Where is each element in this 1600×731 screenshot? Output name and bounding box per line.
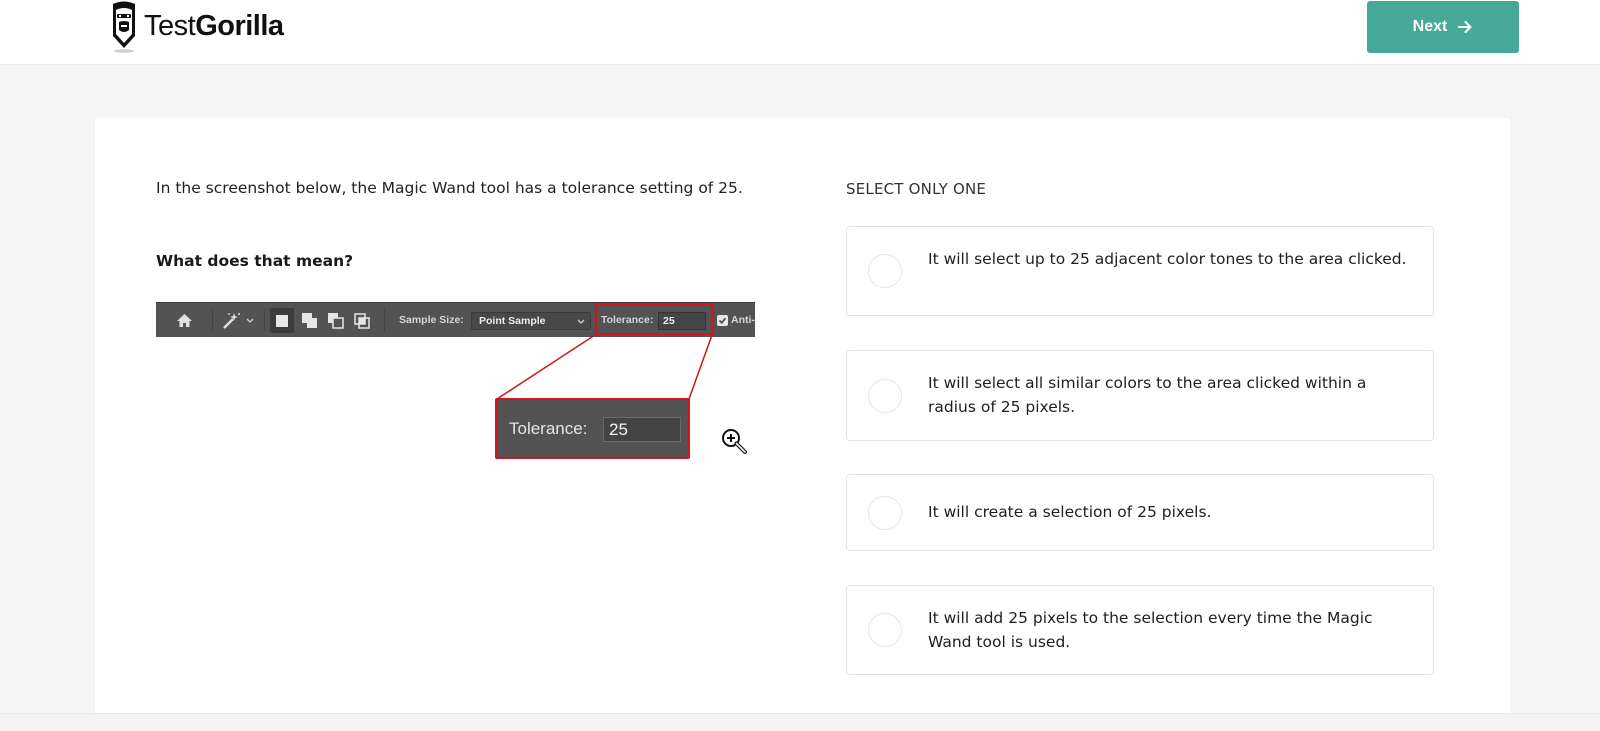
chevron-down-icon xyxy=(577,319,585,324)
zoom-in-icon[interactable] xyxy=(720,427,748,455)
magic-wand-icon xyxy=(220,303,242,337)
home-icon xyxy=(172,303,196,337)
toolbar-separator xyxy=(212,309,213,332)
question-prompt: What does that mean? xyxy=(156,252,354,270)
answer-option-4[interactable]: It will add 25 pixels to the selection e… xyxy=(846,585,1434,675)
logo-wordmark: TestGorilla xyxy=(144,9,284,42)
logo-text-gorilla: Gorilla xyxy=(195,9,284,42)
top-bar: TestGorilla Next xyxy=(0,0,1600,65)
next-button-label: Next xyxy=(1412,18,1448,35)
radio-button[interactable] xyxy=(868,379,902,413)
intersect-selection-icon xyxy=(351,303,373,337)
radio-button[interactable] xyxy=(868,496,902,530)
answer-option-text: It will select up to 25 adjacent color t… xyxy=(928,250,1407,268)
tolerance-callout: Tolerance: 25 xyxy=(495,398,690,459)
chevron-down-icon xyxy=(244,303,256,337)
radio-button[interactable] xyxy=(868,613,902,647)
testgorilla-logo[interactable]: TestGorilla xyxy=(110,0,284,54)
gorilla-pencil-logo-icon xyxy=(113,1,135,53)
question-text: In the screenshot below, the Magic Wand … xyxy=(156,179,743,197)
answer-option-2[interactable]: It will select all similar colors to the… xyxy=(846,350,1434,441)
logo-text-test: Test xyxy=(144,9,196,42)
checkbox-checked-icon xyxy=(716,303,728,337)
subtract-from-selection-icon xyxy=(325,303,347,337)
tolerance-highlight-box xyxy=(595,303,713,335)
radio-button[interactable] xyxy=(868,254,902,288)
sample-size-label: Sample Size: xyxy=(399,314,464,326)
answer-option-text: It will create a selection of 25 pixels. xyxy=(928,503,1212,521)
sample-size-value: Point Sample xyxy=(479,315,546,327)
sample-size-select: Point Sample xyxy=(471,312,591,330)
anti-alias-label: Anti- xyxy=(731,314,755,326)
footer-strip xyxy=(0,713,1600,731)
select-only-one-label: SELECT ONLY ONE xyxy=(846,180,987,198)
callout-tolerance-label: Tolerance: xyxy=(509,419,588,438)
callout-tolerance-value: 25 xyxy=(603,417,681,442)
arrow-right-icon xyxy=(1458,21,1472,33)
next-button[interactable]: Next xyxy=(1367,1,1519,53)
add-to-selection-icon xyxy=(299,303,321,337)
toolbar-separator xyxy=(264,309,265,332)
toolbar-separator xyxy=(384,309,385,332)
answer-option-text: It will add 25 pixels to the selection e… xyxy=(928,609,1373,651)
answer-option-3[interactable]: It will create a selection of 25 pixels. xyxy=(846,474,1434,551)
answer-option-text: It will select all similar colors to the… xyxy=(928,374,1367,416)
new-selection-icon xyxy=(270,308,294,333)
answer-option-1[interactable]: It will select up to 25 adjacent color t… xyxy=(846,226,1434,316)
